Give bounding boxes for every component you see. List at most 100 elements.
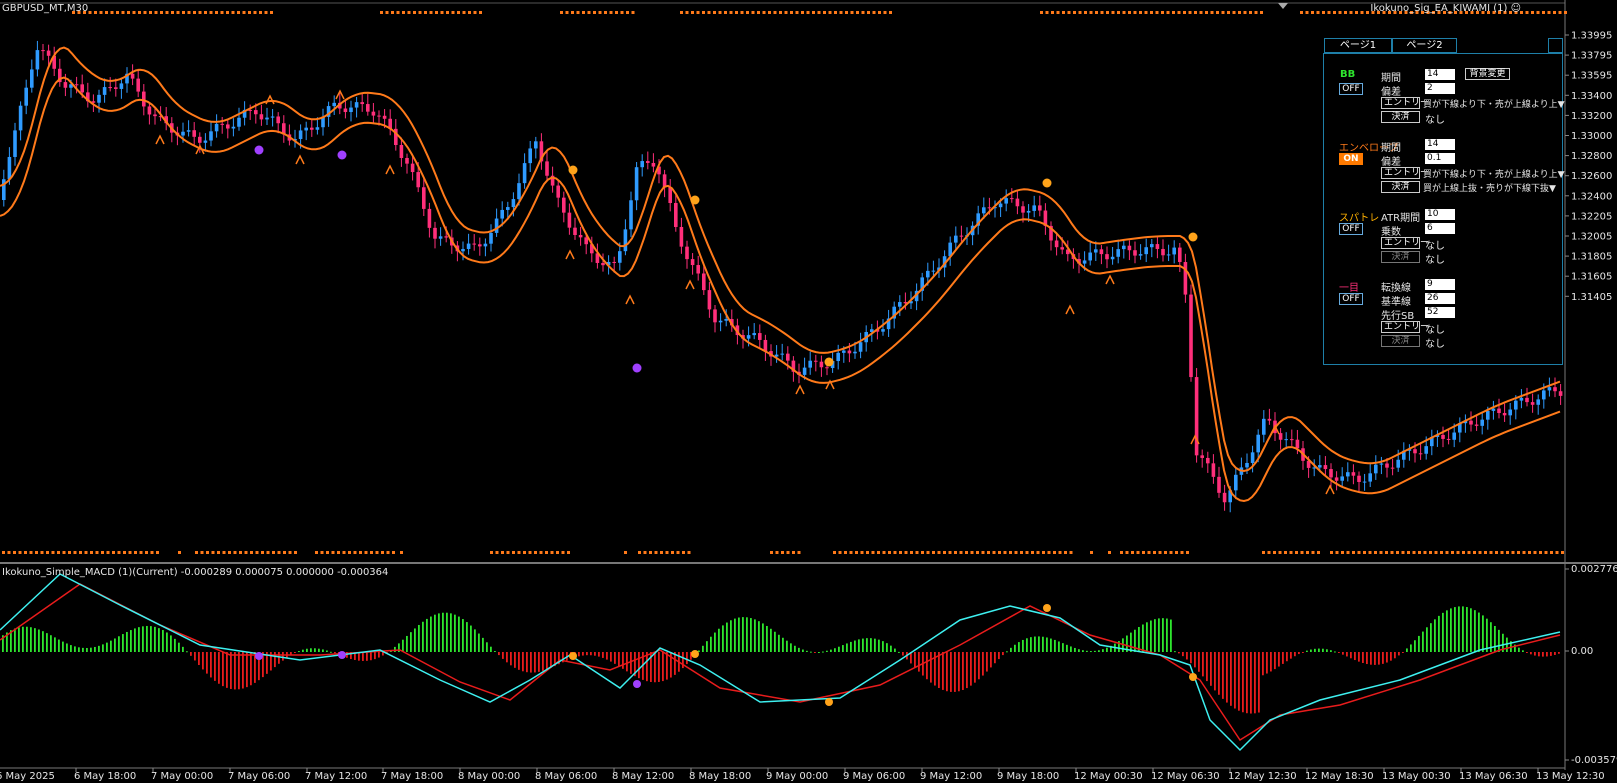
macd-histogram-bar [814, 652, 816, 653]
macd-histogram-bar [30, 627, 32, 652]
signal-marker [1056, 11, 1060, 14]
macd-histogram-bar [1042, 636, 1044, 652]
macd-histogram-bar [1226, 652, 1228, 703]
macd-axis-label: 0.002776 [1571, 564, 1617, 575]
signal-marker [200, 551, 204, 554]
macd-histogram [2, 606, 1560, 714]
candle-body [1032, 205, 1036, 211]
bb-deviation-label: 偏差 [1381, 87, 1401, 98]
panel-minimize-button[interactable] [1548, 38, 1563, 53]
st-exit-value[interactable]: なし [1425, 251, 1445, 266]
macd-histogram-bar [86, 647, 88, 652]
candle-body [1026, 210, 1031, 213]
ichimoku-exit-button[interactable]: 決済 [1381, 335, 1420, 347]
macd-histogram-bar [438, 613, 440, 652]
macd-histogram-bar [78, 647, 80, 652]
macd-histogram-bar [450, 613, 452, 652]
macd-histogram-bar [1026, 638, 1028, 652]
env-exit-value[interactable]: 買が上線上抜・売りが下線下抜▼ [1423, 181, 1556, 194]
bb-period-input[interactable]: 14 [1425, 69, 1455, 80]
env-deviation-input[interactable]: 0.1 [1425, 153, 1455, 164]
candle-body [377, 115, 381, 117]
macd-histogram-bar [1442, 612, 1444, 652]
signal-marker [1188, 11, 1192, 14]
ichimoku-kijun-input[interactable]: 26 [1425, 293, 1455, 304]
expert-advisor-label[interactable]: Ikokuno_Sig_EA_KIWAMI (1) ☺ [1370, 3, 1521, 14]
macd-histogram-bar [446, 612, 448, 652]
macd-histogram-bar [1542, 652, 1544, 657]
candle-body [422, 187, 426, 209]
candle-body [382, 115, 387, 119]
candle-body [1553, 387, 1557, 392]
bb-toggle-button[interactable]: OFF [1339, 83, 1363, 95]
macd-histogram-bar [34, 628, 36, 652]
macd-histogram-bar [914, 652, 916, 668]
signal-marker [631, 11, 635, 14]
signal-marker [1333, 11, 1336, 14]
signal-marker [987, 551, 990, 554]
bb-entry-button[interactable]: エントリー [1381, 97, 1429, 109]
ichimoku-entry-value[interactable]: なし [1425, 321, 1445, 336]
env-toggle-button[interactable]: ON [1339, 153, 1363, 165]
signal-dot [824, 357, 834, 367]
ichimoku-toggle-button[interactable]: OFF [1339, 293, 1363, 305]
bb-deviation-input[interactable]: 2 [1425, 83, 1455, 94]
candle-body [30, 69, 34, 88]
bb-exit-button[interactable]: 決済 [1381, 111, 1420, 123]
macd-histogram-bar [770, 628, 772, 652]
macd-histogram-bar [1054, 639, 1056, 652]
env-period-input[interactable]: 14 [1425, 139, 1455, 150]
signal-marker [440, 11, 444, 14]
candle-body [679, 226, 684, 247]
signal-marker [506, 551, 510, 554]
signal-marker [1216, 11, 1219, 14]
candle-body [517, 183, 521, 200]
macd-histogram-bar [1522, 650, 1524, 652]
price-axis-label: 1.32205 [1571, 211, 1612, 222]
macd-histogram-bar [22, 626, 24, 652]
signal-marker [860, 551, 864, 554]
time-axis-label: 7 May 00:00 [151, 771, 213, 782]
st-entry-value[interactable]: なし [1425, 237, 1445, 252]
env-exit-button[interactable]: 決済 [1381, 181, 1420, 193]
bg-change-button[interactable]: 背景変更 [1465, 68, 1510, 80]
candle-body [718, 320, 723, 323]
macd-histogram-bar [742, 617, 744, 652]
macd-histogram-bar [710, 636, 712, 652]
signal-marker [156, 551, 159, 554]
signal-marker [1142, 551, 1145, 554]
st-multiplier-input[interactable]: 6 [1425, 223, 1455, 234]
macd-histogram-bar [250, 652, 252, 686]
macd-histogram-bar [594, 652, 596, 656]
macd-histogram-bar [378, 652, 380, 658]
candle-body [108, 87, 112, 89]
macd-histogram-bar [658, 652, 660, 682]
macd-histogram-bar [218, 652, 220, 684]
macd-histogram-bar [394, 646, 396, 652]
env-entry-button[interactable]: エントリー [1381, 167, 1429, 179]
signal-arrow-icon [155, 134, 165, 145]
bb-exit-value[interactable]: なし [1425, 111, 1445, 126]
signal-arrow-icon [565, 249, 575, 260]
signal-marker [1273, 551, 1276, 554]
tab-page2[interactable]: ページ2 [1392, 38, 1457, 53]
st-atr-input[interactable]: 10 [1425, 209, 1455, 220]
signal-arrow-icon [265, 94, 275, 105]
signal-marker [660, 551, 663, 554]
signal-marker [1069, 551, 1073, 554]
st-toggle-button[interactable]: OFF [1339, 223, 1363, 235]
candle-body [674, 203, 678, 227]
ichimoku-exit-value[interactable]: なし [1425, 335, 1445, 350]
ichimoku-entry-button[interactable]: エントリー [1381, 321, 1429, 333]
signal-marker [850, 11, 854, 14]
macd-histogram-bar [230, 652, 232, 689]
ichimoku-tenkan-input[interactable]: 9 [1425, 279, 1455, 290]
tab-page1[interactable]: ページ1 [1324, 38, 1392, 53]
st-entry-button[interactable]: エントリー [1381, 237, 1429, 249]
env-entry-value[interactable]: 買が下線より下・売が上線より上▼ [1423, 167, 1565, 180]
macd-histogram-bar [462, 619, 464, 652]
bb-entry-value[interactable]: 買が下線より下・売が上線より上▼ [1423, 97, 1565, 110]
ichimoku-senkou-input[interactable]: 52 [1425, 307, 1455, 318]
candle-body [304, 127, 308, 131]
st-exit-button[interactable]: 決済 [1381, 251, 1420, 263]
